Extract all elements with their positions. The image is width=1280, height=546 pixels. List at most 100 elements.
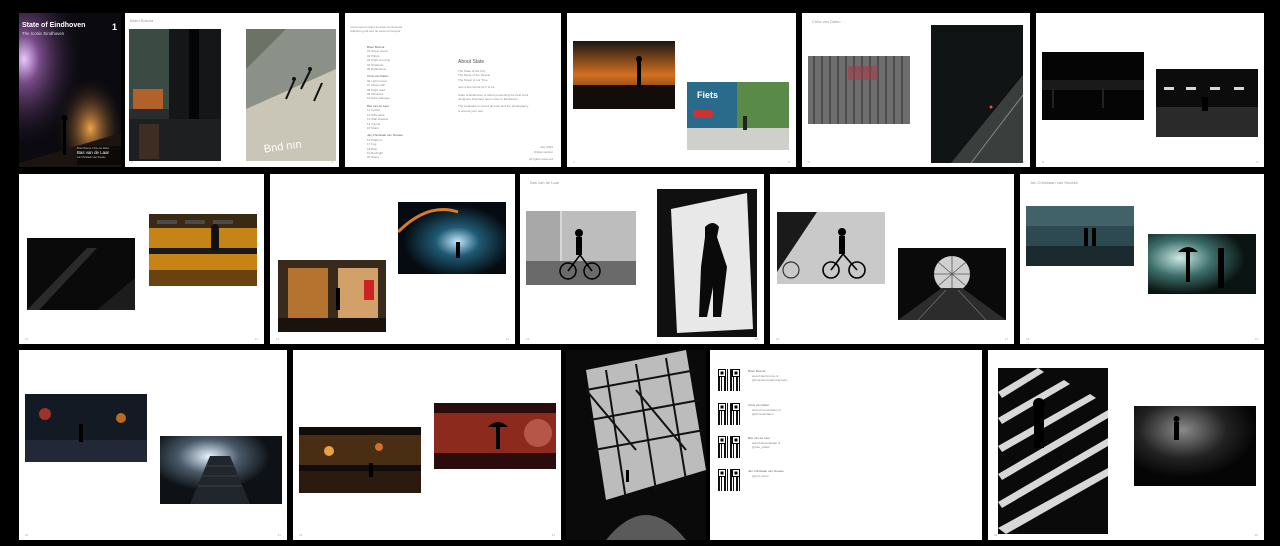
toc-group: Bas van de Laar 11 Cyclist 12 Silhouette…	[367, 104, 403, 130]
contact-line[interactable]: @jcvs.photo	[752, 474, 769, 478]
about-line: is around your own	[458, 108, 484, 113]
page-number: 20	[25, 533, 29, 537]
photo-rainy-night-street	[299, 427, 421, 493]
page-number: 13	[505, 337, 509, 341]
svg-text:Fiets: Fiets	[697, 90, 718, 100]
contact-line[interactable]: @brambosmaphotography	[752, 378, 788, 382]
cover-band: Bram Bosma, Chris van Dalen Bas van de L…	[77, 146, 121, 165]
page-number: 16	[776, 337, 780, 341]
toc-list: Bram Bosma 01 Street scene 02 Pillars 03…	[367, 45, 403, 160]
page-number: 8	[1042, 160, 1044, 164]
page-number: 18	[1026, 337, 1030, 341]
spread-header: Bas van de Laar	[530, 180, 560, 185]
contact-name: Bram Bosma	[748, 369, 766, 373]
spread-chris-van-dalen-1[interactable]: Chris van Dalen 6 7	[802, 13, 1030, 167]
toc-top-line2: Adipiscing elit sed do eiusmod tempor	[350, 29, 401, 33]
page-number: 17	[1004, 337, 1008, 341]
cover-page[interactable]: State of Eindhoven The Iconic Eindhoven …	[19, 13, 121, 167]
photo-orange-skyline	[573, 41, 675, 109]
page-number: 4	[573, 160, 575, 164]
page-number: 19	[1254, 337, 1258, 341]
page-number: 12	[276, 337, 280, 341]
spread-chris-van-dalen-3[interactable]: 10 11	[19, 174, 264, 344]
photo-dark-overpass	[1042, 52, 1144, 120]
cover-subtitle: The Iconic Eindhoven	[22, 31, 65, 36]
spread-table-of-contents[interactable]: Lorem ipsum dolor sit amet consectetur A…	[345, 13, 561, 167]
page-number: 7	[1022, 160, 1024, 164]
spread-jan-christiaan-van-snoeke-3[interactable]: 22 23	[293, 350, 561, 540]
contact-entry: Bas van de Laar www.basvandelaar.nl @bas…	[718, 436, 918, 466]
page-number: 21	[277, 533, 281, 537]
contact-name: Jan Christiaan van Snoeke	[748, 469, 784, 473]
cover-title: State of Eindhoven	[22, 22, 86, 29]
spread-bram-bosma-2[interactable]: Fiets 4 5	[567, 13, 796, 167]
photo-station-pillars	[129, 29, 221, 161]
qr-code-icon[interactable]	[718, 469, 740, 491]
page-number: 14	[526, 337, 530, 341]
photo-shadow-staircase	[998, 368, 1108, 534]
contact-entry: Bram Bosma www.brambosma.nl @brambosmaph…	[718, 369, 918, 399]
spread-chris-van-dalen-4[interactable]: 12 13	[270, 174, 515, 344]
photo-night-street-lights	[25, 394, 147, 462]
spread-chris-van-dalen-2[interactable]: 8 9	[1036, 13, 1264, 167]
spread-jan-christiaan-van-snoeke-1[interactable]: Jan Christiaan van Snoeke 18 19	[1020, 174, 1264, 344]
photo-crosswalk-shadows: Bnd nın	[246, 29, 336, 161]
photo-foggy-platform	[1026, 206, 1134, 266]
photo-dark-stairs	[27, 238, 135, 310]
toc-footer2: Digital version	[534, 150, 553, 154]
page-number: 3	[331, 160, 333, 164]
spread-jan-christiaan-van-snoeke-2[interactable]: 20 21	[19, 350, 287, 540]
about-title: About State	[458, 59, 485, 65]
photo-spotlight-figure	[1134, 406, 1256, 486]
page-number: 23	[551, 533, 555, 537]
spread-header: Jan Christiaan van Snoeke	[1030, 180, 1078, 185]
page-steel-structure[interactable]	[566, 350, 706, 540]
photo-escalator-glow	[160, 436, 282, 504]
spread-header: Chris van Dalen	[812, 19, 841, 24]
photo-steel-frame	[566, 350, 706, 540]
spread-bas-van-de-laar-2[interactable]: 16 17	[770, 174, 1014, 344]
spread-header: Bram Bosma	[130, 18, 154, 23]
page-number: 29	[994, 533, 998, 537]
toc-group: Jan Christiaan van Snoeke 16 Platform 17…	[367, 133, 403, 159]
about-line: designers that have been close to Eindho…	[458, 97, 518, 102]
toc-footer3: All rights reserved	[528, 157, 553, 161]
spread-final[interactable]: 29 30	[988, 350, 1264, 540]
page-contacts[interactable]: Bram Bosma www.brambosma.nl @brambosmaph…	[710, 350, 982, 540]
page-number: 6	[808, 160, 810, 164]
photo-cyclist-wall	[526, 211, 636, 285]
photo-amber-windows	[149, 214, 257, 286]
contact-entry: Chris van Dalen www.chrisvandalen.nl @ch…	[718, 403, 918, 433]
photo-silhouette-billboard	[657, 189, 757, 337]
photo-blue-tunnel	[398, 202, 506, 274]
photo-circular-tunnel	[898, 248, 1006, 320]
cover-photo	[19, 13, 121, 167]
toc-item[interactable]: 15 Stairs	[367, 126, 403, 130]
page-number: 10	[25, 337, 29, 341]
page-number: 11	[254, 337, 258, 341]
page-number: 5	[788, 160, 790, 164]
photo-cyclist-shadow	[777, 212, 885, 284]
photo-red-umbrella	[434, 403, 556, 469]
spread-bas-van-de-laar-1[interactable]: Bas van de Laar 14 15	[520, 174, 764, 344]
page-number: 15	[754, 337, 758, 341]
photo-night-road	[931, 25, 1023, 163]
page-number: 22	[299, 533, 303, 537]
contact-line[interactable]: @chrisvandalen	[752, 412, 774, 416]
toc-item[interactable]: 20 Stairs	[367, 155, 403, 159]
spread-bram-bosma-1[interactable]: Bram Bosma Bnd nın 2 3	[125, 13, 339, 167]
toc-item[interactable]: 10 Dark passage	[367, 96, 403, 100]
qr-code-icon[interactable]	[718, 403, 740, 425]
page-number: 9	[1256, 160, 1258, 164]
contact-line[interactable]: @bas_vdlaar	[752, 445, 770, 449]
qr-code-icon[interactable]	[718, 436, 740, 458]
page-number: 2	[131, 160, 133, 164]
toc-group: Chris van Dalen 06 Light tunnel 07 Glass…	[367, 74, 403, 100]
toc-item[interactable]: 05 Reflections	[367, 67, 403, 71]
photo-storefront-street: Fiets	[687, 82, 789, 150]
about-section: About State The State of the City The Mo…	[458, 59, 528, 113]
cover-band-line3: Jan Christiaan van Snoeke	[77, 156, 106, 160]
qr-code-icon[interactable]	[718, 369, 740, 391]
photo-glass-facade	[808, 56, 910, 124]
contact-name: Chris van Dalen	[748, 403, 770, 407]
